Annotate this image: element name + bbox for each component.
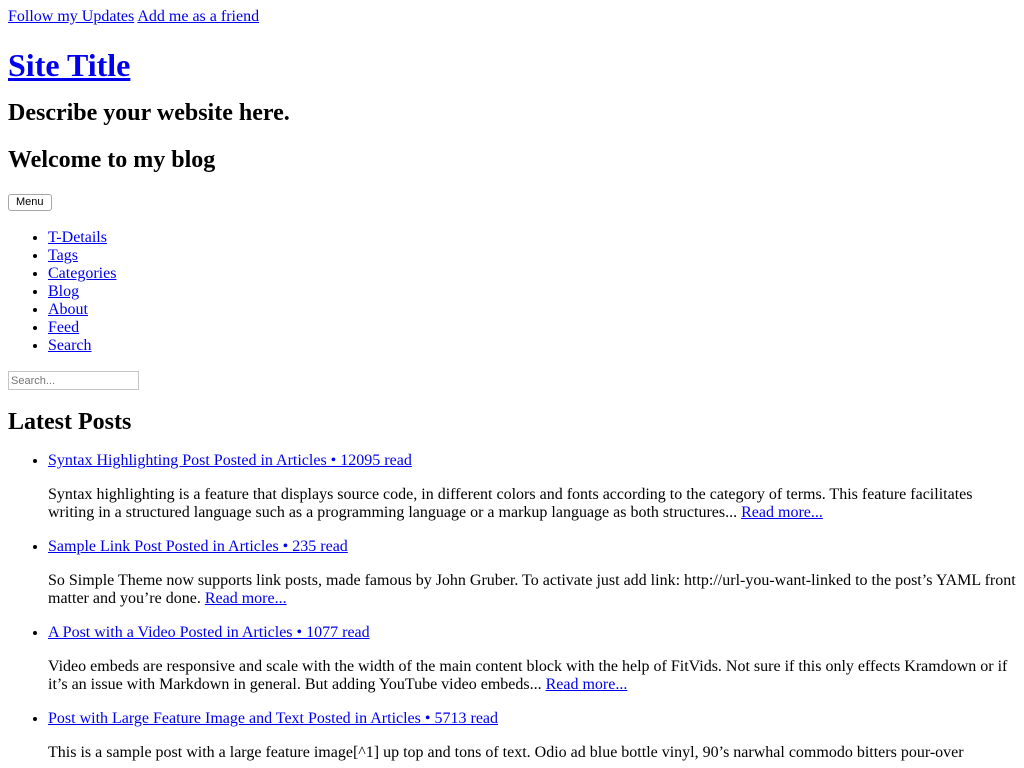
site-title: Site Title [8,47,1016,84]
read-more-link[interactable]: Read more... [205,590,287,607]
nav-link-about[interactable]: About [48,301,88,318]
post-excerpt: Video embeds are responsive and scale wi… [48,658,1016,694]
post-title-link[interactable]: A Post with a Video Posted in Articles •… [48,624,370,641]
read-more-link[interactable]: Read more... [741,504,823,521]
post-item: Post with Large Feature Image and Text P… [48,710,1016,762]
page: Follow my Updates Add me as a friend Sit… [0,0,1024,762]
search-input[interactable] [8,371,139,390]
nav-item: About [48,301,1016,319]
nav-link-categories[interactable]: Categories [48,265,116,282]
nav-link-tags[interactable]: Tags [48,247,78,264]
follow-updates-link[interactable]: Follow my Updates [8,8,134,25]
post-excerpt: Syntax highlighting is a feature that di… [48,486,1016,522]
nav-item: Tags [48,247,1016,265]
nav-link-search[interactable]: Search [48,337,92,354]
nav-item: Feed [48,319,1016,337]
top-links: Follow my Updates Add me as a friend [8,8,1016,26]
posts-list: Syntax Highlighting Post Posted in Artic… [8,452,1016,762]
welcome-heading: Welcome to my blog [8,147,216,173]
menu-button[interactable]: Menu [8,194,52,211]
post-excerpt: So Simple Theme now supports link posts,… [48,572,1016,608]
site-tagline: Describe your website here. [8,100,290,126]
nav-item: Blog [48,283,1016,301]
add-friend-link[interactable]: Add me as a friend [137,8,259,25]
post-excerpt-text: Video embeds are responsive and scale wi… [48,658,1008,693]
post-title-link[interactable]: Post with Large Feature Image and Text P… [48,710,498,727]
nav-item: Categories [48,265,1016,283]
nav-link-feed[interactable]: Feed [48,319,79,336]
nav-item: T-Details [48,229,1016,247]
nav-link-t-details[interactable]: T-Details [48,229,107,246]
post-title-link[interactable]: Syntax Highlighting Post Posted in Artic… [48,452,412,469]
post-title-link[interactable]: Sample Link Post Posted in Articles • 23… [48,538,348,555]
site-title-link[interactable]: Site Title [8,47,130,83]
nav-item: Search [48,337,1016,355]
latest-posts-heading: Latest Posts [8,409,132,435]
nav-list: T-Details Tags Categories Blog About Fee… [8,229,1016,355]
read-more-link[interactable]: Read more... [546,676,628,693]
post-item: A Post with a Video Posted in Articles •… [48,624,1016,694]
post-excerpt-text: This is a sample post with a large featu… [48,744,964,761]
post-excerpt-text: Syntax highlighting is a feature that di… [48,486,973,521]
nav-link-blog[interactable]: Blog [48,283,79,300]
post-item: Syntax Highlighting Post Posted in Artic… [48,452,1016,522]
post-excerpt-text: So Simple Theme now supports link posts,… [48,572,1016,607]
post-item: Sample Link Post Posted in Articles • 23… [48,538,1016,608]
post-excerpt: This is a sample post with a large featu… [48,744,1016,762]
